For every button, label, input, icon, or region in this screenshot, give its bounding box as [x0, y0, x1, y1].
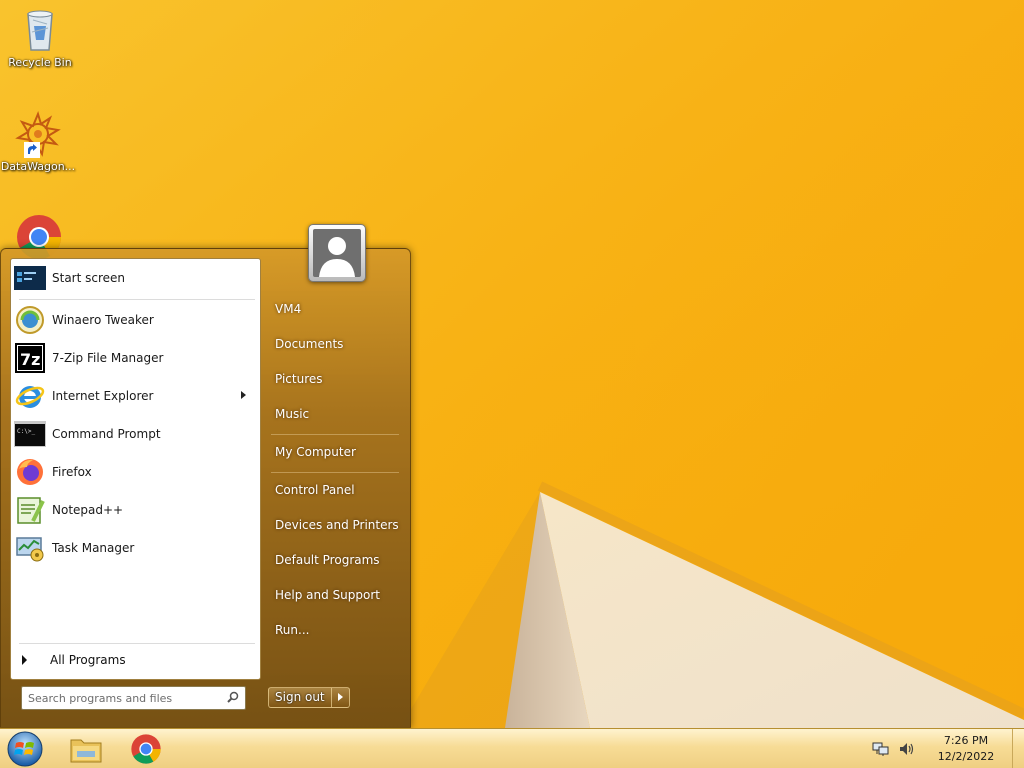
- search-icon[interactable]: [227, 691, 239, 706]
- sign-out-button[interactable]: Sign out: [268, 687, 332, 708]
- program-label: Task Manager: [52, 541, 135, 555]
- program-label: Internet Explorer: [52, 389, 154, 403]
- volume-icon[interactable]: [898, 741, 916, 757]
- right-item-my-computer[interactable]: My Computer: [263, 437, 403, 467]
- all-programs-button[interactable]: All Programs: [12, 646, 259, 674]
- program-notepadpp[interactable]: Notepad++: [14, 492, 258, 528]
- program-command-prompt[interactable]: C:\>_ Command Prompt: [14, 416, 258, 452]
- program-7zip[interactable]: 7z 7-Zip File Manager: [14, 340, 258, 376]
- program-task-manager[interactable]: Task Manager: [14, 530, 258, 566]
- desktop-icon-datawagon[interactable]: DataWagon...: [0, 110, 78, 173]
- desktop-icon-label: DataWagon...: [0, 160, 76, 173]
- program-winaero-tweaker[interactable]: Winaero Tweaker: [14, 302, 258, 338]
- clock-time: 7:26 PM: [943, 734, 989, 747]
- start-menu: Start screen Winaero Tweaker 7z 7-Zip Fi…: [0, 224, 411, 728]
- right-item-documents[interactable]: Documents: [263, 329, 403, 359]
- search-area: [10, 680, 261, 728]
- windows-orb-icon: [7, 731, 43, 767]
- clock[interactable]: 7:26 PM 12/2/2022: [924, 733, 1008, 765]
- shortcut-arrow-icon: [24, 142, 40, 158]
- program-internet-explorer[interactable]: Internet Explorer: [14, 378, 258, 414]
- user-avatar[interactable]: [308, 224, 366, 282]
- program-label: Notepad++: [52, 503, 124, 517]
- desktop-icon-recycle-bin[interactable]: Recycle Bin: [0, 6, 80, 69]
- file-explorer-icon: [70, 739, 102, 763]
- show-desktop-button[interactable]: [1012, 729, 1024, 768]
- right-item-music[interactable]: Music: [263, 399, 403, 429]
- desktop-icon-label: Recycle Bin: [8, 56, 72, 69]
- clock-date: 12/2/2022: [937, 750, 995, 763]
- program-label: 7-Zip File Manager: [52, 351, 164, 365]
- user-silhouette-icon: [313, 229, 361, 277]
- svg-text:C:\>_: C:\>_: [17, 428, 35, 435]
- program-label: Start screen: [52, 271, 126, 285]
- task-manager-icon: [14, 532, 46, 564]
- search-input[interactable]: [28, 691, 227, 705]
- shutdown-options-arrow-icon[interactable]: [331, 687, 350, 708]
- notepadpp-icon: [14, 494, 46, 526]
- datawagon-icon: [14, 110, 62, 158]
- divider: [271, 472, 399, 473]
- seven-zip-icon: 7z: [14, 342, 46, 374]
- taskbar-file-explorer[interactable]: [60, 731, 112, 767]
- triangle-right-icon: [22, 655, 27, 665]
- command-prompt-icon: C:\>_: [14, 418, 46, 450]
- winaero-tweaker-icon: [14, 304, 46, 336]
- taskbar: 7:26 PM 12/2/2022: [0, 728, 1024, 768]
- right-item-devices-printers[interactable]: Devices and Printers: [263, 510, 403, 540]
- internet-explorer-icon: [14, 380, 46, 412]
- start-screen-icon: [14, 262, 46, 294]
- program-start-screen[interactable]: Start screen: [14, 260, 258, 296]
- firefox-icon: [14, 456, 46, 488]
- system-tray: 7:26 PM 12/2/2022: [872, 729, 1024, 768]
- program-label: Firefox: [52, 465, 92, 479]
- svg-text:7z: 7z: [20, 350, 40, 369]
- taskbar-chrome[interactable]: [120, 731, 172, 767]
- sign-out-group: Sign out: [268, 687, 350, 708]
- right-item-help-support[interactable]: Help and Support: [263, 580, 403, 610]
- right-item-pictures[interactable]: Pictures: [263, 364, 403, 394]
- start-button[interactable]: [5, 730, 45, 768]
- right-item-run[interactable]: Run...: [263, 615, 403, 645]
- submenu-arrow-icon: [241, 391, 246, 399]
- chrome-icon: [131, 734, 161, 764]
- divider: [19, 643, 255, 644]
- divider: [271, 434, 399, 435]
- recycle-bin-icon: [16, 6, 64, 54]
- program-firefox[interactable]: Firefox: [14, 454, 258, 490]
- right-item-control-panel[interactable]: Control Panel: [263, 475, 403, 505]
- network-icon[interactable]: [872, 741, 890, 757]
- all-programs-label: All Programs: [50, 653, 126, 667]
- divider: [19, 299, 255, 300]
- search-box: [21, 686, 246, 710]
- right-item-default-programs[interactable]: Default Programs: [263, 545, 403, 575]
- program-label: Winaero Tweaker: [52, 313, 154, 327]
- right-item-vm4[interactable]: VM4: [263, 294, 403, 324]
- program-label: Command Prompt: [52, 427, 161, 441]
- start-menu-programs-pane: Start screen Winaero Tweaker 7z 7-Zip Fi…: [10, 258, 261, 680]
